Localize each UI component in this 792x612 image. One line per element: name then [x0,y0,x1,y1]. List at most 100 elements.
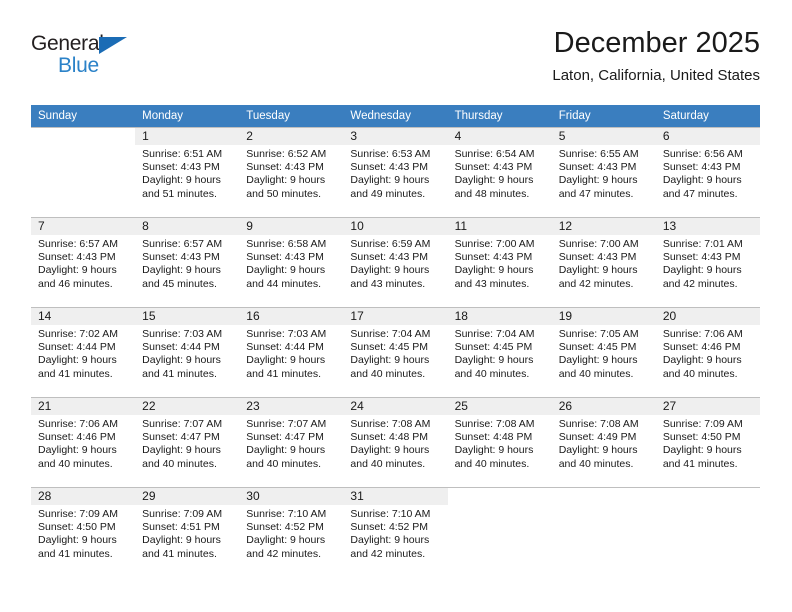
day-detail-line: Sunrise: 7:02 AM [38,328,118,340]
calendar-body: 1 Sunrise: 6:51 AM Sunset: 4:43 PM Daylight… [31,127,760,577]
calendar-day-cell [551,487,656,577]
calendar-day-cell[interactable]: 16 Sunrise: 7:03 AM Sunset: 4:44 PM Dayligh… [239,307,344,397]
day-detail-line: Sunset: 4:43 PM [350,161,429,174]
calendar-day-cell[interactable]: 13 Sunrise: 7:01 AM Sunset: 4:43 PM Dayligh… [655,217,760,307]
calendar-day-cell[interactable]: 22 Sunrise: 7:07 AM Sunset: 4:47 PM Dayligh… [135,397,240,487]
day-detail-line: Sunset: 4:43 PM [662,251,741,264]
day-number: 31 [343,488,448,505]
day-detail-line: Daylight: 9 hours [246,534,326,547]
calendar-header-row: Sunday Monday Tuesday Wednesday Thursday… [31,105,760,127]
calendar-day-cell[interactable]: 8 Sunrise: 6:57 AM Sunset: 4:43 PM Daylight… [135,217,240,307]
general-blue-logo[interactable]: General Blue [31,32,211,88]
day-detail-line: Sunrise: 6:57 AM [142,238,223,250]
day-cell-content: 9 Sunrise: 6:58 AM Sunset: 4:43 PM Daylight… [239,217,344,307]
calendar-day-cell[interactable]: 7 Sunrise: 6:57 AM Sunset: 4:43 PM Daylight… [31,217,136,307]
day-cell-content: 16 Sunrise: 7:03 AM Sunset: 4:44 PM Dayligh… [239,307,344,397]
calendar-day-cell[interactable]: 9 Sunrise: 6:58 AM Sunset: 4:43 PM Daylight… [239,217,344,307]
day-cell-content: 12 Sunrise: 7:00 AM Sunset: 4:43 PM Dayligh… [551,217,656,307]
day-detail-line: Daylight: 9 hours [38,264,117,277]
day-number: 17 [343,308,448,325]
calendar-day-cell[interactable]: 4 Sunrise: 6:54 AM Sunset: 4:43 PM Daylight… [447,127,552,217]
day-cell-content: 18 Sunrise: 7:04 AM Sunset: 4:45 PM Dayligh… [447,307,552,397]
page-title: December 2025 [553,27,760,59]
day-detail-line: and 41 minutes. [662,457,738,470]
calendar-day-cell[interactable]: 29 Sunrise: 7:09 AM Sunset: 4:51 PM Dayligh… [135,487,240,577]
day-detail-line: and 41 minutes. [246,367,321,380]
day-detail-line: Sunset: 4:43 PM [142,161,220,174]
day-detail-line: Daylight: 9 hours [454,354,534,367]
weekday-header-monday: Monday [135,105,240,127]
day-detail-line: Daylight: 9 hours [662,264,742,277]
day-cell-empty [655,487,760,577]
day-number: 7 [31,218,136,235]
day-number: 10 [343,218,448,235]
day-details: Sunrise: 6:57 AM Sunset: 4:43 PM Daylight:… [31,235,135,291]
day-number [448,488,552,505]
calendar-day-cell[interactable]: 2 Sunrise: 6:52 AM Sunset: 4:43 PM Daylight… [239,127,344,217]
calendar-day-cell[interactable]: 15 Sunrise: 7:03 AM Sunset: 4:44 PM Dayligh… [135,307,240,397]
day-detail-line: and 41 minutes. [38,547,113,560]
calendar-day-cell[interactable]: 21 Sunrise: 7:06 AM Sunset: 4:46 PM Dayligh… [31,397,136,487]
day-details: Sunrise: 7:00 AM Sunset: 4:43 PM Daylight:… [552,235,656,291]
day-detail-line: Sunrise: 7:08 AM [350,418,431,430]
day-details: Sunrise: 6:54 AM Sunset: 4:43 PM Daylight:… [448,145,552,201]
calendar-day-cell[interactable]: 10 Sunrise: 6:59 AM Sunset: 4:43 PM Dayligh… [343,217,448,307]
day-details: Sunrise: 6:56 AM Sunset: 4:43 PM Daylight:… [656,145,760,201]
day-cell-empty [447,487,552,577]
calendar-day-cell[interactable]: 25 Sunrise: 7:08 AM Sunset: 4:48 PM Dayligh… [447,397,552,487]
day-details: Sunrise: 7:10 AM Sunset: 4:52 PM Daylight:… [343,505,447,561]
calendar-day-cell[interactable]: 20 Sunrise: 7:06 AM Sunset: 4:46 PM Dayligh… [655,307,760,397]
calendar-day-cell[interactable]: 1 Sunrise: 6:51 AM Sunset: 4:43 PM Daylight… [135,127,240,217]
calendar-week-row: 7 Sunrise: 6:57 AM Sunset: 4:43 PM Daylight… [31,217,760,307]
calendar-day-cell[interactable]: 17 Sunrise: 7:04 AM Sunset: 4:45 PM Dayligh… [343,307,448,397]
calendar-day-cell[interactable]: 3 Sunrise: 6:53 AM Sunset: 4:43 PM Daylight… [343,127,448,217]
day-number: 4 [447,128,552,145]
day-number: 21 [31,398,136,415]
day-details: Sunrise: 7:04 AM Sunset: 4:45 PM Daylight:… [343,325,447,381]
day-detail-line: and 47 minutes. [558,187,634,200]
calendar-day-cell[interactable]: 5 Sunrise: 6:55 AM Sunset: 4:43 PM Daylight… [551,127,656,217]
day-details: Sunrise: 7:09 AM Sunset: 4:50 PM Daylight:… [31,505,135,561]
day-detail-line: Daylight: 9 hours [142,534,221,547]
day-cell-content: 8 Sunrise: 6:57 AM Sunset: 4:43 PM Daylight… [135,217,240,307]
day-detail-line: Daylight: 9 hours [558,354,638,367]
day-number: 9 [239,218,344,235]
day-detail-line: Sunset: 4:43 PM [662,161,741,174]
day-number: 12 [551,218,656,235]
day-detail-line: Sunset: 4:45 PM [558,341,637,354]
day-number: 26 [551,398,656,415]
day-detail-line: and 41 minutes. [38,367,113,380]
calendar-day-cell[interactable]: 18 Sunrise: 7:04 AM Sunset: 4:45 PM Dayligh… [447,307,552,397]
calendar-day-cell[interactable]: 12 Sunrise: 7:00 AM Sunset: 4:43 PM Dayligh… [551,217,656,307]
calendar-day-cell[interactable]: 31 Sunrise: 7:10 AM Sunset: 4:52 PM Dayligh… [343,487,448,577]
calendar-day-cell[interactable]: 24 Sunrise: 7:08 AM Sunset: 4:48 PM Dayligh… [343,397,448,487]
calendar-day-cell[interactable]: 6 Sunrise: 6:56 AM Sunset: 4:43 PM Daylight… [655,127,760,217]
day-number: 19 [551,308,656,325]
day-number: 18 [447,308,552,325]
calendar-day-cell[interactable]: 11 Sunrise: 7:00 AM Sunset: 4:43 PM Dayligh… [447,217,552,307]
calendar-day-cell[interactable]: 30 Sunrise: 7:10 AM Sunset: 4:52 PM Dayligh… [239,487,344,577]
day-details: Sunrise: 7:09 AM Sunset: 4:51 PM Daylight:… [135,505,239,561]
calendar-day-cell[interactable]: 23 Sunrise: 7:07 AM Sunset: 4:47 PM Dayligh… [239,397,344,487]
day-cell-content: 6 Sunrise: 6:56 AM Sunset: 4:43 PM Daylight… [655,127,760,217]
day-details: Sunrise: 6:57 AM Sunset: 4:43 PM Daylight:… [135,235,239,291]
calendar-day-cell[interactable]: 28 Sunrise: 7:09 AM Sunset: 4:50 PM Dayligh… [31,487,136,577]
day-detail-line: and 44 minutes. [246,277,321,290]
day-details: Sunrise: 7:01 AM Sunset: 4:43 PM Daylight:… [656,235,760,291]
day-detail-line: Sunset: 4:45 PM [350,341,429,354]
day-number: 15 [135,308,240,325]
day-detail-line: Daylight: 9 hours [38,534,117,547]
calendar-day-cell [447,487,552,577]
day-cell-content: 17 Sunrise: 7:04 AM Sunset: 4:45 PM Dayligh… [343,307,448,397]
calendar-day-cell[interactable]: 27 Sunrise: 7:09 AM Sunset: 4:50 PM Dayligh… [655,397,760,487]
calendar-day-cell[interactable]: 26 Sunrise: 7:08 AM Sunset: 4:49 PM Dayligh… [551,397,656,487]
calendar-day-cell[interactable]: 14 Sunrise: 7:02 AM Sunset: 4:44 PM Dayligh… [31,307,136,397]
day-number: 30 [239,488,344,505]
day-cell-content: 25 Sunrise: 7:08 AM Sunset: 4:48 PM Dayligh… [447,397,552,487]
day-detail-line: and 40 minutes. [38,457,113,470]
day-cell-content: 28 Sunrise: 7:09 AM Sunset: 4:50 PM Dayligh… [31,487,136,577]
calendar-day-cell[interactable]: 19 Sunrise: 7:05 AM Sunset: 4:45 PM Dayligh… [551,307,656,397]
day-cell-content: 5 Sunrise: 6:55 AM Sunset: 4:43 PM Daylight… [551,127,656,217]
day-details: Sunrise: 6:55 AM Sunset: 4:43 PM Daylight:… [552,145,656,201]
day-detail-line: Sunrise: 7:05 AM [558,328,639,340]
